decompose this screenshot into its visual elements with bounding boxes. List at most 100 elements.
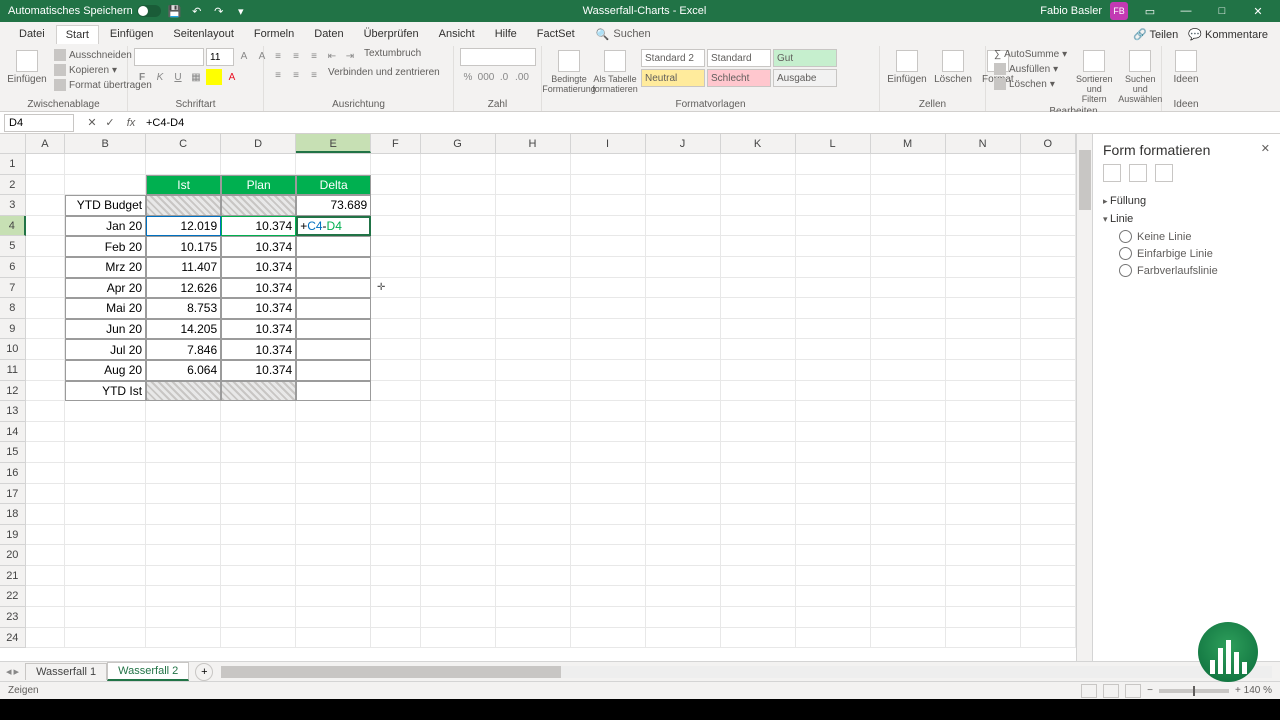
tab-ueberpruefen[interactable]: Überprüfen (355, 25, 428, 43)
cell[interactable] (646, 236, 721, 257)
style-standard2[interactable]: Standard 2 (641, 49, 705, 67)
cell[interactable] (871, 216, 946, 237)
cell[interactable] (421, 236, 496, 257)
cell[interactable] (65, 525, 146, 546)
cell[interactable] (146, 463, 221, 484)
cell[interactable] (571, 257, 646, 278)
cell[interactable] (1021, 154, 1076, 175)
col-B[interactable]: B (65, 134, 146, 153)
cell[interactable] (946, 463, 1021, 484)
tab-datei[interactable]: Datei (10, 25, 54, 43)
row-header[interactable]: 20 (0, 545, 26, 566)
cell[interactable] (26, 298, 66, 319)
cell[interactable] (871, 154, 946, 175)
cell[interactable]: 6.064 (146, 360, 221, 381)
cell[interactable] (146, 484, 221, 505)
cell[interactable] (26, 339, 66, 360)
cell[interactable] (721, 381, 796, 402)
cell[interactable] (946, 319, 1021, 340)
cell[interactable] (871, 236, 946, 257)
cell[interactable] (421, 545, 496, 566)
cell[interactable] (296, 381, 371, 402)
cell[interactable] (146, 195, 221, 216)
cell[interactable]: Feb 20 (65, 236, 146, 257)
cell[interactable] (571, 236, 646, 257)
cell[interactable] (871, 463, 946, 484)
cell[interactable] (571, 216, 646, 237)
sheet-nav-prev-icon[interactable]: ◂ (6, 665, 12, 678)
cell[interactable] (65, 154, 146, 175)
row-header[interactable]: 2 (0, 175, 26, 196)
cell[interactable] (496, 175, 571, 196)
cell[interactable] (646, 463, 721, 484)
cell[interactable] (646, 586, 721, 607)
cell[interactable] (646, 422, 721, 443)
cell[interactable] (371, 154, 420, 175)
autosave-toggle[interactable]: Automatisches Speichern (8, 5, 161, 17)
cell[interactable] (146, 545, 221, 566)
paste-button[interactable]: Einfügen (6, 48, 48, 87)
cell[interactable] (646, 545, 721, 566)
cell[interactable] (571, 195, 646, 216)
conditional-formatting[interactable]: Bedingte Formatierung (548, 48, 590, 96)
row-header[interactable]: 17 (0, 484, 26, 505)
view-pagebreak-icon[interactable] (1125, 684, 1141, 698)
cell[interactable] (871, 339, 946, 360)
cell[interactable] (946, 278, 1021, 299)
cell[interactable] (946, 586, 1021, 607)
cell[interactable] (1021, 525, 1076, 546)
cell[interactable] (796, 525, 871, 546)
cell[interactable] (721, 154, 796, 175)
cell[interactable] (646, 257, 721, 278)
cell[interactable]: 10.374 (221, 339, 296, 360)
sort-filter[interactable]: Sortieren und Filtern (1073, 48, 1115, 106)
cell[interactable] (296, 545, 371, 566)
cell[interactable] (646, 195, 721, 216)
cell[interactable] (571, 360, 646, 381)
cell[interactable] (221, 566, 296, 587)
cell[interactable] (871, 586, 946, 607)
cell[interactable] (796, 545, 871, 566)
cell[interactable] (796, 586, 871, 607)
col-G[interactable]: G (421, 134, 496, 153)
insert-cells[interactable]: Einfügen (886, 48, 928, 87)
cell[interactable] (796, 401, 871, 422)
cell[interactable] (221, 504, 296, 525)
row-header[interactable]: 9 (0, 319, 26, 340)
cell[interactable]: Plan (221, 175, 296, 196)
cell[interactable] (796, 298, 871, 319)
cell[interactable] (646, 278, 721, 299)
tab-ansicht[interactable]: Ansicht (430, 25, 484, 43)
style-schlecht[interactable]: Schlecht (707, 69, 771, 87)
cell[interactable] (871, 545, 946, 566)
cell[interactable] (65, 504, 146, 525)
cell[interactable] (1021, 381, 1076, 402)
cell[interactable] (1021, 484, 1076, 505)
close-pane-icon[interactable]: ✕ (1261, 142, 1270, 155)
cell[interactable]: 12.626 (146, 278, 221, 299)
row-header[interactable]: 10 (0, 339, 26, 360)
cell[interactable] (1021, 401, 1076, 422)
cell[interactable] (796, 422, 871, 443)
cell[interactable] (1021, 442, 1076, 463)
cell[interactable]: Mai 20 (65, 298, 146, 319)
cell[interactable] (796, 442, 871, 463)
cell[interactable] (371, 339, 420, 360)
cell[interactable] (496, 422, 571, 443)
number-format[interactable] (460, 48, 536, 66)
cell[interactable] (65, 463, 146, 484)
cell[interactable] (371, 607, 420, 628)
cell[interactable] (646, 566, 721, 587)
cell[interactable] (421, 278, 496, 299)
cell[interactable] (571, 339, 646, 360)
cell[interactable] (146, 607, 221, 628)
view-layout-icon[interactable] (1103, 684, 1119, 698)
cell[interactable] (371, 422, 420, 443)
cell[interactable] (221, 586, 296, 607)
cell[interactable] (26, 278, 66, 299)
cell[interactable]: 10.374 (221, 360, 296, 381)
name-box[interactable]: D4 (4, 114, 74, 132)
tab-hilfe[interactable]: Hilfe (486, 25, 526, 43)
cell[interactable] (1021, 175, 1076, 196)
size-tab-icon[interactable] (1155, 164, 1173, 182)
